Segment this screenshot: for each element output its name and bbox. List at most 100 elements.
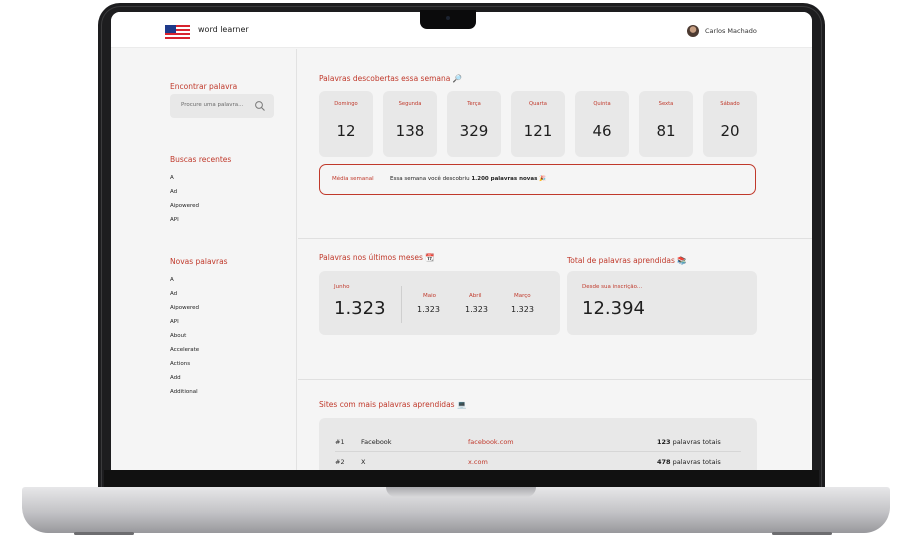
site-url-link[interactable]: x.com (468, 458, 488, 466)
app-name[interactable]: word learner (198, 25, 249, 34)
sites-title-text: Sites com mais palavras aprendidas (319, 400, 455, 409)
day-value: 20 (720, 122, 740, 140)
new-word-item[interactable]: Aipowered (170, 305, 199, 311)
day-card-thursday[interactable]: Quinta 46 (575, 91, 629, 157)
month-label: Abril (469, 293, 482, 299)
day-name: Quarta (529, 101, 547, 107)
new-word-item[interactable]: Add (170, 375, 181, 381)
day-card-friday[interactable]: Sexta 81 (639, 91, 693, 157)
new-word-item[interactable]: Additional (170, 389, 198, 395)
day-name: Sábado (720, 101, 740, 107)
weekly-average-text-start: Essa semana você descobriu (390, 176, 472, 182)
new-word-item[interactable]: API (170, 319, 179, 325)
site-count-suffix: palavras totais (670, 438, 721, 446)
main-content: Palavras descobertas essa semana 🔎 Domin… (298, 49, 812, 470)
day-card-saturday[interactable]: Sábado 20 (703, 91, 757, 157)
search-placeholder: Procure uma palavra... (181, 102, 244, 108)
laptop-bottom-bezel (104, 470, 819, 488)
total-card: Desde sua inscrição... 12.394 (567, 271, 757, 335)
site-count: 478 (657, 458, 671, 466)
recent-item[interactable]: Aipowered (170, 203, 199, 209)
table-row[interactable]: #2 X x.com 478 palavras totais (335, 452, 741, 470)
new-word-item[interactable]: Ad (170, 291, 177, 297)
camera-notch (420, 10, 476, 29)
laptop-base-notch (386, 487, 536, 497)
site-name: Facebook (361, 438, 392, 446)
site-count-suffix: palavras totais (670, 458, 721, 466)
app-screen: word learner Carlos Machado Encontrar pa… (111, 12, 812, 470)
month-value: 1.323 (417, 305, 440, 314)
month-label: Maio (423, 293, 437, 299)
party-icon: 🎉 (539, 176, 546, 182)
day-value: 329 (459, 122, 489, 140)
new-word-item[interactable]: A (170, 277, 174, 283)
week-section-title: Palavras descobertas essa semana 🔎 (319, 74, 462, 83)
months-section-title: Palavras nos últimos meses 📆 (319, 253, 435, 262)
new-words-title: Novas palavras (170, 257, 228, 266)
sidebar: Encontrar palavra Procure uma palavra...… (111, 49, 297, 470)
weekly-average-label: Média semanal (332, 176, 374, 182)
total-section-title: Total de palavras aprendidas 📚 (567, 256, 687, 265)
day-card-wednesday[interactable]: Quarta 121 (511, 91, 565, 157)
user-avatar[interactable] (687, 25, 699, 37)
site-count: 123 (657, 438, 671, 446)
search-input[interactable]: Procure uma palavra... (170, 94, 274, 118)
day-value: 121 (523, 122, 553, 140)
day-value: 46 (592, 122, 612, 140)
site-rank: #2 (335, 458, 345, 466)
user-name[interactable]: Carlos Machado (705, 27, 757, 35)
site-name: X (361, 458, 366, 466)
total-since-label: Desde sua inscrição... (582, 284, 643, 290)
month-value: 1.323 (511, 305, 534, 314)
month-label: Março (514, 293, 531, 299)
weekly-average-text: Essa semana você descobriu 1.200 palavra… (390, 176, 546, 182)
week-title-text: Palavras descobertas essa semana (319, 74, 451, 83)
us-flag-icon[interactable] (165, 25, 190, 39)
table-row[interactable]: #1 Facebook facebook.com 123 palavras to… (335, 432, 741, 452)
section-divider (298, 379, 812, 380)
current-month-label: Junho (334, 284, 350, 290)
site-total: 478 palavras totais (657, 458, 721, 466)
recent-item[interactable]: A (170, 175, 174, 181)
day-name: Sexta (658, 101, 674, 107)
recent-item[interactable]: API (170, 217, 179, 223)
new-word-item[interactable]: Accelerate (170, 347, 199, 353)
new-word-item[interactable]: Actions (170, 361, 190, 367)
laptop-icon: 💻 (456, 400, 467, 409)
new-word-item[interactable]: About (170, 333, 186, 339)
sites-table: #1 Facebook facebook.com 123 palavras to… (319, 418, 757, 470)
current-month-value: 1.323 (334, 298, 386, 319)
section-divider (298, 238, 812, 239)
day-card-sunday[interactable]: Domingo 12 (319, 91, 373, 157)
recent-searches-title: Buscas recentes (170, 155, 232, 164)
laptop-foot (772, 532, 832, 535)
total-value: 12.394 (582, 298, 645, 319)
months-divider (401, 286, 402, 323)
day-value: 138 (395, 122, 425, 140)
day-name: Quinta (593, 101, 611, 107)
day-card-tuesday[interactable]: Terça 329 (447, 91, 501, 157)
sites-section-title: Sites com mais palavras aprendidas 💻 (319, 400, 466, 409)
total-title-text: Total de palavras aprendidas (567, 256, 675, 265)
site-rank: #1 (335, 438, 345, 446)
day-name: Segunda (398, 101, 422, 107)
day-name: Terça (467, 101, 481, 107)
months-title-text: Palavras nos últimos meses (319, 253, 423, 262)
books-icon: 📚 (677, 256, 687, 265)
search-icon[interactable] (254, 100, 266, 112)
recent-item[interactable]: Ad (170, 189, 177, 195)
search-section-title: Encontrar palavra (170, 82, 238, 91)
calendar-icon: 📆 (425, 253, 435, 262)
site-url-link[interactable]: facebook.com (468, 438, 514, 446)
day-card-monday[interactable]: Segunda 138 (383, 91, 437, 157)
site-total: 123 palavras totais (657, 438, 721, 446)
day-name: Domingo (334, 101, 358, 107)
weekly-average-count: 1.200 palavras novas (471, 176, 538, 182)
day-value: 12 (336, 122, 356, 140)
month-value: 1.323 (465, 305, 488, 314)
magnifier-icon: 🔎 (452, 74, 463, 83)
months-card: Junho 1.323 Maio 1.323 Abril 1.323 Março… (319, 271, 560, 335)
weekly-average-box: Média semanal Essa semana você descobriu… (319, 164, 756, 195)
laptop-foot (74, 532, 134, 535)
day-value: 81 (656, 122, 676, 140)
